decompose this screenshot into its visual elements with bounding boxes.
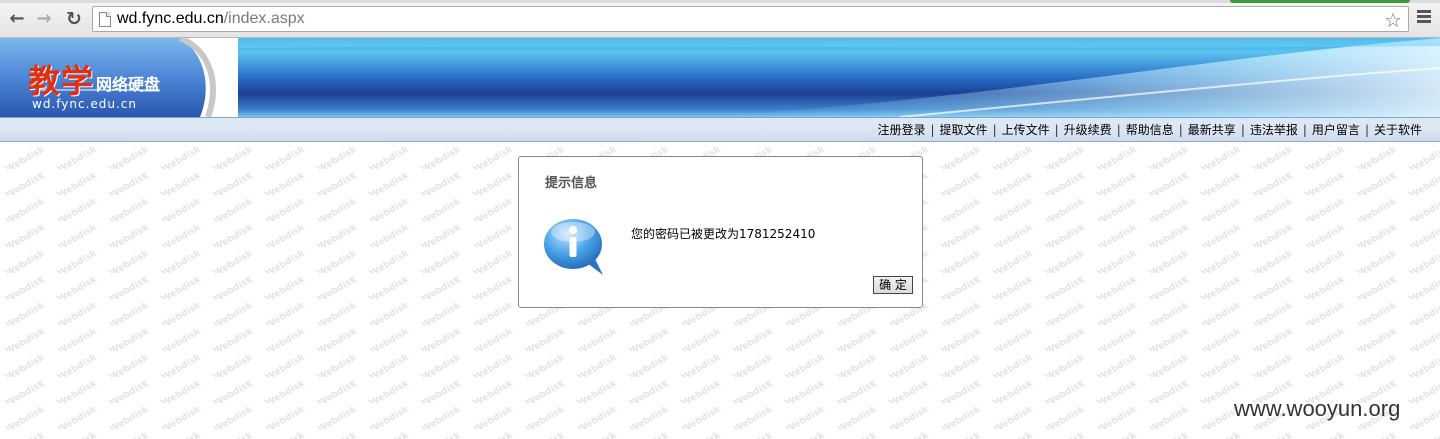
hamburger-menu-icon[interactable] bbox=[1417, 10, 1431, 24]
site-nav: 注册登录 | 提取文件 | 上传文件 | 升级续费 | 帮助信息 | 最新共享 | 违法举报 | 用户留言 |… bbox=[877, 121, 1422, 138]
nav-upgrade-renew[interactable]: 升级续费 bbox=[1064, 123, 1112, 137]
url-path: /index.aspx bbox=[223, 10, 305, 27]
nav-separator: | bbox=[1054, 123, 1059, 137]
reload-icon[interactable]: ↻ bbox=[64, 9, 84, 29]
browser-toolbar: ← → ↻ wd.fync.edu.cn/index.aspx ☆ bbox=[0, 0, 1440, 38]
page-icon bbox=[99, 12, 111, 27]
nav-latest-shared[interactable]: 最新共享 bbox=[1188, 123, 1236, 137]
nav-user-message[interactable]: 用户留言 bbox=[1312, 123, 1360, 137]
nav-register-login[interactable]: 注册登录 bbox=[877, 123, 925, 137]
logo-main-text: 教学 bbox=[28, 62, 95, 100]
nav-help[interactable]: 帮助信息 bbox=[1126, 123, 1174, 137]
nav-upload-file[interactable]: 上传文件 bbox=[1002, 123, 1050, 137]
info-icon bbox=[544, 219, 603, 275]
address-bar[interactable]: wd.fync.edu.cn/index.aspx ☆ bbox=[92, 6, 1409, 32]
dialog-title: 提示信息 bbox=[545, 176, 598, 191]
nav-separator: | bbox=[1116, 123, 1121, 137]
nav-separator: | bbox=[992, 123, 997, 137]
nav-separator: | bbox=[930, 123, 935, 137]
arrow-right-icon[interactable]: → bbox=[34, 9, 54, 29]
url-host: wd.fync.edu.cn bbox=[117, 10, 224, 27]
nav-report[interactable]: 违法举报 bbox=[1250, 123, 1298, 137]
nav-separator: | bbox=[1302, 123, 1307, 137]
ok-button[interactable]: 确 定 bbox=[873, 276, 913, 294]
site-header: 教学 网络硬盘 wd.fync.edu.cn bbox=[0, 38, 1440, 117]
star-icon[interactable]: ☆ bbox=[1384, 8, 1402, 32]
nav-separator: | bbox=[1364, 123, 1369, 137]
nav-extract-file[interactable]: 提取文件 bbox=[940, 123, 988, 137]
tab-strip bbox=[0, 0, 1440, 3]
nav-separator: | bbox=[1240, 123, 1245, 137]
site-logo[interactable]: 教学 网络硬盘 wd.fync.edu.cn bbox=[0, 38, 238, 117]
logo-url-text: wd.fync.edu.cn bbox=[32, 97, 138, 111]
tab-accent bbox=[1230, 0, 1410, 3]
dialog-message: 您的密码已被更改为1781252410 bbox=[631, 227, 816, 241]
nav-about[interactable]: 关于软件 bbox=[1374, 123, 1422, 137]
url-text[interactable]: wd.fync.edu.cn/index.aspx bbox=[117, 10, 305, 28]
nav-separator: | bbox=[1178, 123, 1183, 137]
info-dialog: 提示信息 您的密码已被更改为1781252410 确 定 bbox=[518, 156, 923, 308]
logo-sub-text: 网络硬盘 bbox=[96, 75, 161, 94]
arrow-left-icon[interactable]: ← bbox=[7, 9, 27, 29]
wooyun-watermark: www.wooyun.org bbox=[1234, 396, 1401, 421]
